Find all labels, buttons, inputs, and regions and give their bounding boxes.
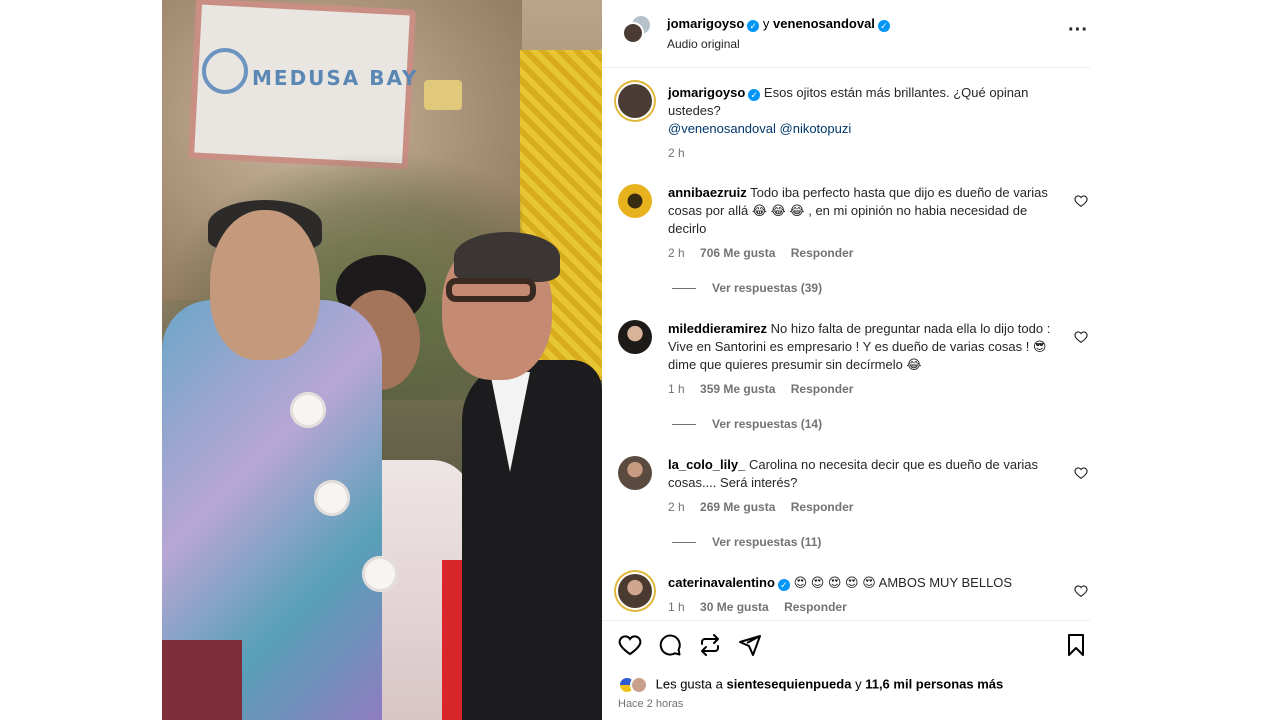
comment-username[interactable]: mileddieramirez: [668, 321, 767, 336]
comment-time: 2 h: [668, 246, 685, 260]
view-replies-button[interactable]: Ver respuestas (14): [672, 417, 822, 431]
venue-logo: [202, 48, 248, 94]
post-header: jomarigoyso ✓ y venenosandoval ✓ Audio ori…: [602, 0, 1090, 68]
view-replies-label: Ver respuestas (39): [712, 281, 823, 295]
likes-prefix: Les gusta a: [655, 676, 723, 692]
comment-meta: 1 h 359 Me gusta Responder: [668, 382, 853, 396]
comment-likes[interactable]: 359 Me gusta: [700, 382, 775, 396]
man-right-glasses: [446, 278, 536, 302]
heart-icon[interactable]: [618, 633, 642, 657]
comment-time: 1 h: [668, 600, 685, 614]
liker-username[interactable]: sientesequienpueda: [726, 676, 851, 691]
avatar[interactable]: [618, 574, 652, 608]
post-media[interactable]: MEDUSA BAY: [162, 0, 602, 720]
mention-link[interactable]: @nikotopuzi: [780, 121, 852, 136]
comment-meta: 2 h 706 Me gusta Responder: [668, 246, 853, 260]
mention-link[interactable]: @venenosandoval: [668, 121, 776, 136]
avatar[interactable]: [618, 84, 652, 118]
venue-sign-text: MEDUSA BAY: [252, 66, 419, 90]
post-authors: jomarigoyso ✓ y venenosandoval ✓: [667, 16, 890, 32]
reply-button[interactable]: Responder: [791, 500, 854, 514]
reply-button[interactable]: Responder: [791, 246, 854, 260]
comment-username[interactable]: caterinavalentino: [668, 575, 775, 590]
comment-likes[interactable]: 269 Me gusta: [700, 500, 775, 514]
author-avatar[interactable]: [622, 22, 644, 44]
verified-icon: ✓: [748, 89, 761, 101]
verified-icon: ✓: [777, 579, 790, 591]
view-replies-button[interactable]: Ver respuestas (11): [672, 535, 821, 549]
divider: [672, 424, 696, 426]
comment-username[interactable]: la_colo_lily_: [668, 457, 745, 472]
repost-icon[interactable]: [698, 633, 722, 657]
caption-time: 2 h: [668, 146, 685, 160]
bookmark-icon[interactable]: [1064, 633, 1088, 657]
heart-icon[interactable]: [1074, 466, 1088, 480]
comment-time: 2 h: [668, 500, 685, 514]
verified-icon: ✓: [877, 20, 890, 32]
man-left-pants: [162, 640, 242, 720]
heart-icon[interactable]: [1074, 330, 1088, 344]
likes-summary: Les gusta a sientesequienpueda y 11,6 mi…: [618, 676, 1003, 694]
comment-icon[interactable]: [658, 633, 682, 657]
comment-text: mileddieramirez No hizo falta de pregunt…: [668, 320, 1058, 374]
comment-text: la_colo_lily_ Carolina no necesita decir…: [668, 456, 1058, 492]
divider: [672, 288, 696, 290]
white-orchid: [314, 480, 350, 516]
reply-button[interactable]: Responder: [784, 600, 847, 614]
verified-icon: ✓: [747, 20, 760, 32]
comment-meta: 1 h 30 Me gusta Responder: [668, 600, 847, 614]
wall-lamp: [424, 80, 462, 110]
white-orchid: [290, 392, 326, 428]
comment-text: caterinavalentino ✓ 😍 😍 😍 😍 😍 AMBOS MUY B…: [668, 574, 1058, 592]
view-replies-label: Ver respuestas (14): [712, 417, 823, 431]
reply-button[interactable]: Responder: [791, 382, 854, 396]
comment-text: annibaezruiz Todo iba perfecto hasta que…: [668, 184, 1058, 238]
post-actions-footer: Les gusta a sientesequienpueda y 11,6 mi…: [602, 620, 1090, 720]
caption-username[interactable]: jomarigoyso: [668, 85, 745, 100]
comment-time: 1 h: [668, 382, 685, 396]
heart-icon[interactable]: [1074, 194, 1088, 208]
post-details-panel: jomarigoyso ✓ y venenosandoval ✓ Audio ori…: [602, 0, 1090, 720]
man-right-black-suit: [462, 360, 602, 720]
comment-username[interactable]: annibaezruiz: [668, 185, 747, 200]
avatar[interactable]: [618, 184, 652, 218]
authors-connector: y: [762, 16, 770, 31]
avatar[interactable]: [618, 320, 652, 354]
coauthor-username[interactable]: venenosandoval: [773, 16, 875, 31]
heart-icon[interactable]: [1074, 584, 1088, 598]
man-left-face: [210, 210, 320, 360]
comment-content: 😍 😍 😍 😍 😍 AMBOS MUY BELLOS: [793, 575, 1013, 590]
view-replies-label: Ver respuestas (11): [712, 535, 822, 549]
divider: [672, 542, 696, 544]
comment-likes[interactable]: 30 Me gusta: [700, 600, 769, 614]
view-replies-button[interactable]: Ver respuestas (39): [672, 281, 822, 295]
author-username[interactable]: jomarigoyso: [667, 16, 744, 31]
man-right-hair: [454, 232, 560, 282]
caption-text: jomarigoyso ✓ Esos ojitos están más brill…: [668, 84, 1058, 138]
others-count[interactable]: 11,6 mil personas más: [865, 676, 1003, 691]
send-icon[interactable]: [738, 633, 762, 657]
liker-avatar[interactable]: [630, 676, 648, 694]
more-options-icon[interactable]: ···: [1066, 20, 1090, 44]
likes-connector: y: [855, 676, 862, 692]
comment-likes[interactable]: 706 Me gusta: [700, 246, 775, 260]
white-orchid: [362, 556, 398, 592]
comment-meta: 2 h 269 Me gusta Responder: [668, 500, 853, 514]
audio-label[interactable]: Audio original: [667, 37, 740, 51]
post-timestamp[interactable]: Hace 2 horas: [618, 698, 683, 710]
avatar[interactable]: [618, 456, 652, 490]
